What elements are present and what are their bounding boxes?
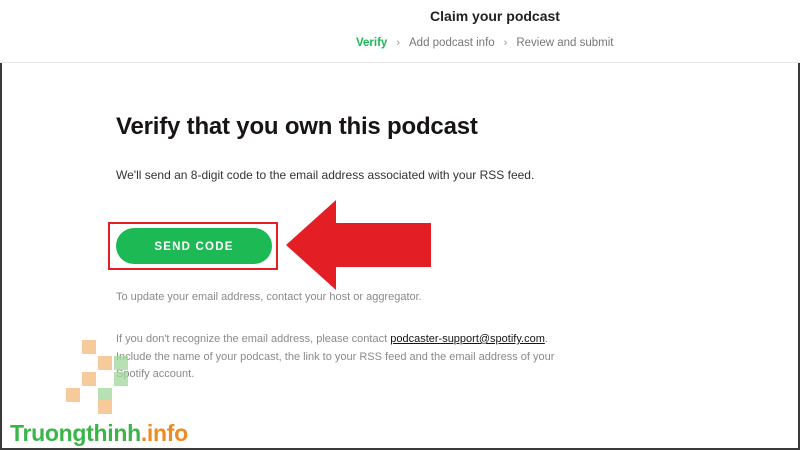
chevron-right-icon: › — [396, 37, 400, 49]
watermark-logo-icon — [62, 340, 132, 415]
page-title: Verify that you own this podcast — [116, 113, 478, 140]
note-prefix: If you don't recognize the email address… — [116, 333, 391, 345]
step-review-and-submit[interactable]: Review and submit — [516, 37, 613, 49]
chevron-right-icon: › — [503, 37, 508, 49]
unrecognized-email-note: If you don't recognize the email address… — [116, 331, 556, 384]
step-verify[interactable]: Verify — [356, 37, 387, 49]
support-email-link[interactable]: podcaster-support@spotify.com — [390, 333, 545, 345]
step-breadcrumb: Verify › Add podcast info › Review and s… — [356, 37, 614, 49]
watermark-name: Truongthinh — [10, 420, 141, 446]
watermark-text: Truongthinh.info — [10, 420, 188, 447]
update-email-note: To update your email address, contact yo… — [116, 291, 422, 303]
header-title: Claim your podcast — [430, 8, 560, 24]
red-arrow-shape — [286, 200, 431, 290]
step-add-podcast-info[interactable]: Add podcast info — [409, 37, 495, 49]
send-code-button[interactable]: SEND CODE — [116, 228, 272, 264]
red-arrow-annotation — [286, 200, 431, 290]
page-header: Claim your podcast Verify › Add podcast … — [0, 0, 800, 63]
verify-description: We'll send an 8-digit code to the email … — [116, 168, 535, 182]
watermark-suffix: .info — [140, 420, 188, 446]
